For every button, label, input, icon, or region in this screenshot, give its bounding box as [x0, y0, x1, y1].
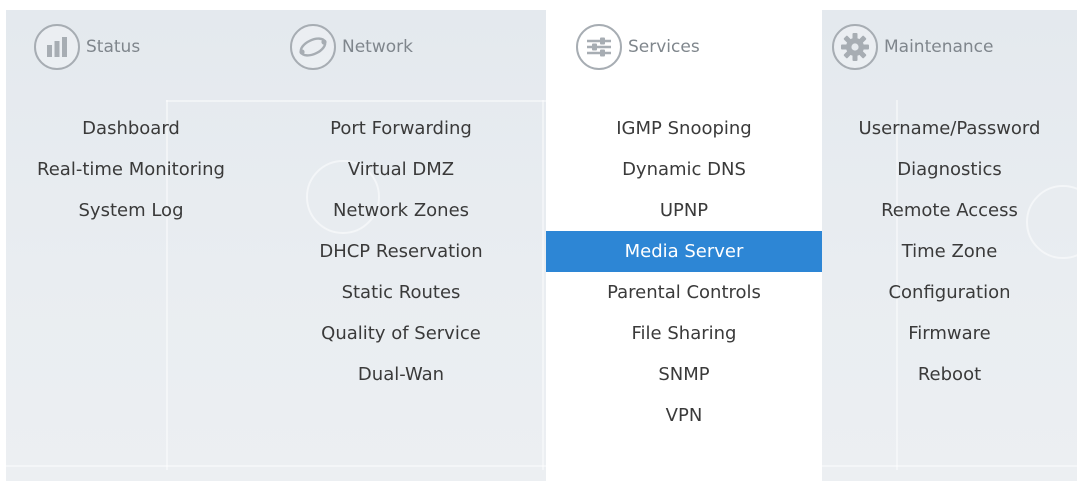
menu-item-list: Dashboard Real-time Monitoring System Lo…: [6, 108, 225, 231]
menu-header-label: Maintenance: [884, 37, 994, 57]
menu-item-parental-controls[interactable]: Parental Controls: [546, 272, 822, 313]
menu-item-snmp[interactable]: SNMP: [546, 354, 822, 395]
menu-item-list: IGMP Snooping Dynamic DNS UPNP Media Ser…: [546, 108, 822, 436]
menu-item-virtual-dmz[interactable]: Virtual DMZ: [276, 149, 526, 190]
menu-item-dual-wan[interactable]: Dual-Wan: [276, 354, 526, 395]
menu-header-label: Services: [628, 37, 700, 57]
menu-header-maintenance[interactable]: Maintenance: [832, 22, 993, 72]
menu-item-list: Username/Password Diagnostics Remote Acc…: [822, 108, 1077, 395]
menu-column-maintenance: Maintenance Username/Password Diagnostic…: [822, 10, 1077, 481]
menu-item-dhcp-reservation[interactable]: DHCP Reservation: [276, 231, 526, 272]
menu-header-label: Status: [86, 37, 141, 57]
menu-item-dynamic-dns[interactable]: Dynamic DNS: [546, 149, 822, 190]
menu-item-system-log[interactable]: System Log: [6, 190, 256, 231]
sliders-icon: [576, 24, 622, 70]
menu-item-diagnostics[interactable]: Diagnostics: [822, 149, 1077, 190]
menu-item-time-zone[interactable]: Time Zone: [822, 231, 1077, 272]
menu-column-status: Status Dashboard Real-time Monitoring Sy…: [6, 10, 225, 481]
bar-chart-icon: [34, 24, 80, 70]
menu-item-configuration[interactable]: Configuration: [822, 272, 1077, 313]
menu-item-file-sharing[interactable]: File Sharing: [546, 313, 822, 354]
menu-item-quality-of-service[interactable]: Quality of Service: [276, 313, 526, 354]
menu-item-upnp[interactable]: UPNP: [546, 190, 822, 231]
menu-item-vpn[interactable]: VPN: [546, 395, 822, 436]
menu-item-media-server[interactable]: Media Server: [546, 231, 822, 272]
menu-header-network[interactable]: Network: [290, 22, 413, 72]
menu-item-username-password[interactable]: Username/Password: [822, 108, 1077, 149]
menu-item-dashboard[interactable]: Dashboard: [6, 108, 256, 149]
network-globe-icon: [290, 24, 336, 70]
menu-header-services[interactable]: Services: [576, 22, 700, 72]
menu-item-reboot[interactable]: Reboot: [822, 354, 1077, 395]
menu-item-network-zones[interactable]: Network Zones: [276, 190, 526, 231]
menu-column-services: Services IGMP Snooping Dynamic DNS UPNP …: [546, 10, 822, 481]
menu-item-real-time-monitoring[interactable]: Real-time Monitoring: [6, 149, 256, 190]
menu-item-igmp-snooping[interactable]: IGMP Snooping: [546, 108, 822, 149]
menu-item-list: Port Forwarding Virtual DMZ Network Zone…: [276, 108, 546, 395]
menu-item-static-routes[interactable]: Static Routes: [276, 272, 526, 313]
menu-column-network: Network Port Forwarding Virtual DMZ Netw…: [276, 10, 546, 481]
menu-header-label: Network: [342, 37, 413, 57]
main-menu-dropdown: Status Dashboard Real-time Monitoring Sy…: [6, 10, 1077, 481]
menu-header-status[interactable]: Status: [34, 22, 140, 72]
menu-item-port-forwarding[interactable]: Port Forwarding: [276, 108, 526, 149]
menu-item-firmware[interactable]: Firmware: [822, 313, 1077, 354]
gear-icon: [832, 24, 878, 70]
menu-item-remote-access[interactable]: Remote Access: [822, 190, 1077, 231]
